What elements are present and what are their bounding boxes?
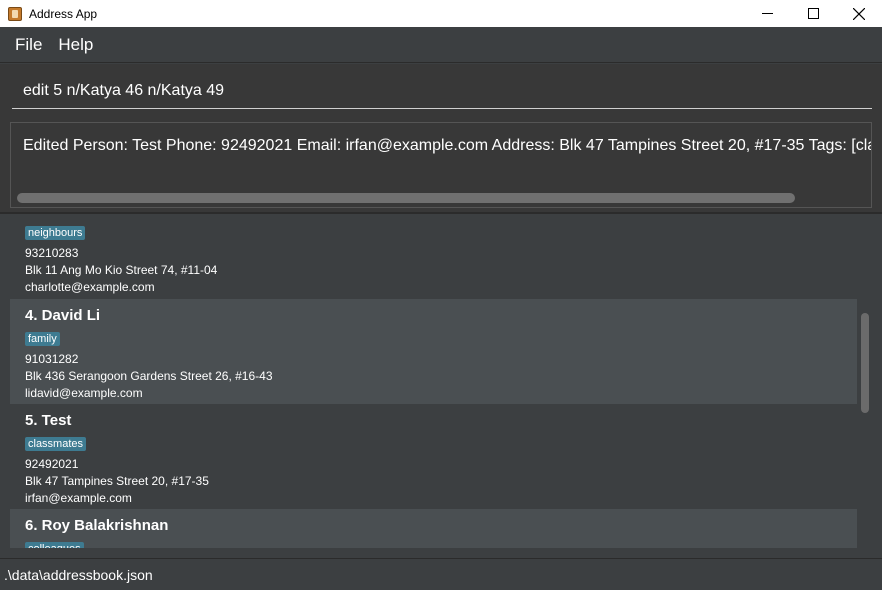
minimize-button[interactable] xyxy=(744,0,790,27)
person-name: 5. Test xyxy=(25,412,72,429)
person-phone: 91031282 xyxy=(25,352,79,366)
result-display-area: Edited Person: Test Phone: 92492021 Emai… xyxy=(0,116,882,214)
vertical-scrollbar-thumb[interactable] xyxy=(861,313,869,413)
person-phone: 93210283 xyxy=(25,246,79,260)
person-card[interactable]: 4. David Li family 91031282 Blk 436 Sera… xyxy=(10,299,857,404)
person-email: charlotte@example.com xyxy=(25,280,155,294)
person-name: 4. David Li xyxy=(25,307,101,324)
horizontal-scrollbar[interactable] xyxy=(17,193,795,203)
save-location: .\data\addressbook.json xyxy=(4,566,153,583)
menu-help[interactable]: Help xyxy=(50,27,101,63)
close-button[interactable] xyxy=(836,0,882,27)
maximize-icon xyxy=(807,8,819,19)
person-address: Blk 436 Serangoon Gardens Street 26, #16… xyxy=(25,369,273,383)
person-list[interactable]: neighbours 93210283 Blk 11 Ang Mo Kio St… xyxy=(10,226,857,548)
menu-bar: File Help xyxy=(0,27,882,63)
person-tag: neighbours xyxy=(25,226,86,240)
person-email: lidavid@example.com xyxy=(25,386,143,400)
result-text: Edited Person: Test Phone: 92492021 Emai… xyxy=(23,137,872,154)
person-card[interactable]: 5. Test classmates 92492021 Blk 47 Tampi… xyxy=(10,404,857,509)
person-email: irfan@example.com xyxy=(25,491,132,505)
person-card[interactable]: 6. Roy Balakrishnan colleagues xyxy=(10,509,857,548)
close-icon xyxy=(853,7,865,20)
menu-file[interactable]: File xyxy=(7,27,50,63)
person-address: Blk 47 Tampines Street 20, #17-35 xyxy=(25,474,209,488)
app-icon xyxy=(8,6,22,21)
command-box xyxy=(0,64,882,116)
window-title: Address App xyxy=(29,6,98,21)
maximize-button[interactable] xyxy=(790,0,836,27)
person-address: Blk 11 Ang Mo Kio Street 74, #11-04 xyxy=(25,263,218,277)
person-card[interactable]: neighbours 93210283 Blk 11 Ang Mo Kio St… xyxy=(10,226,857,298)
status-bar: .\data\addressbook.json xyxy=(0,558,882,590)
person-list-area: neighbours 93210283 Blk 11 Ang Mo Kio St… xyxy=(0,216,882,558)
person-name: 6. Roy Balakrishnan xyxy=(25,517,169,534)
result-display[interactable]: Edited Person: Test Phone: 92492021 Emai… xyxy=(10,122,872,208)
command-input[interactable] xyxy=(12,73,872,109)
window-controls xyxy=(744,0,882,27)
person-tag: classmates xyxy=(25,437,87,451)
person-tag: colleagues xyxy=(25,542,84,548)
person-phone: 92492021 xyxy=(25,457,79,471)
title-bar: Address App xyxy=(0,0,882,27)
person-tag: family xyxy=(25,332,60,346)
minimize-icon xyxy=(761,13,773,14)
